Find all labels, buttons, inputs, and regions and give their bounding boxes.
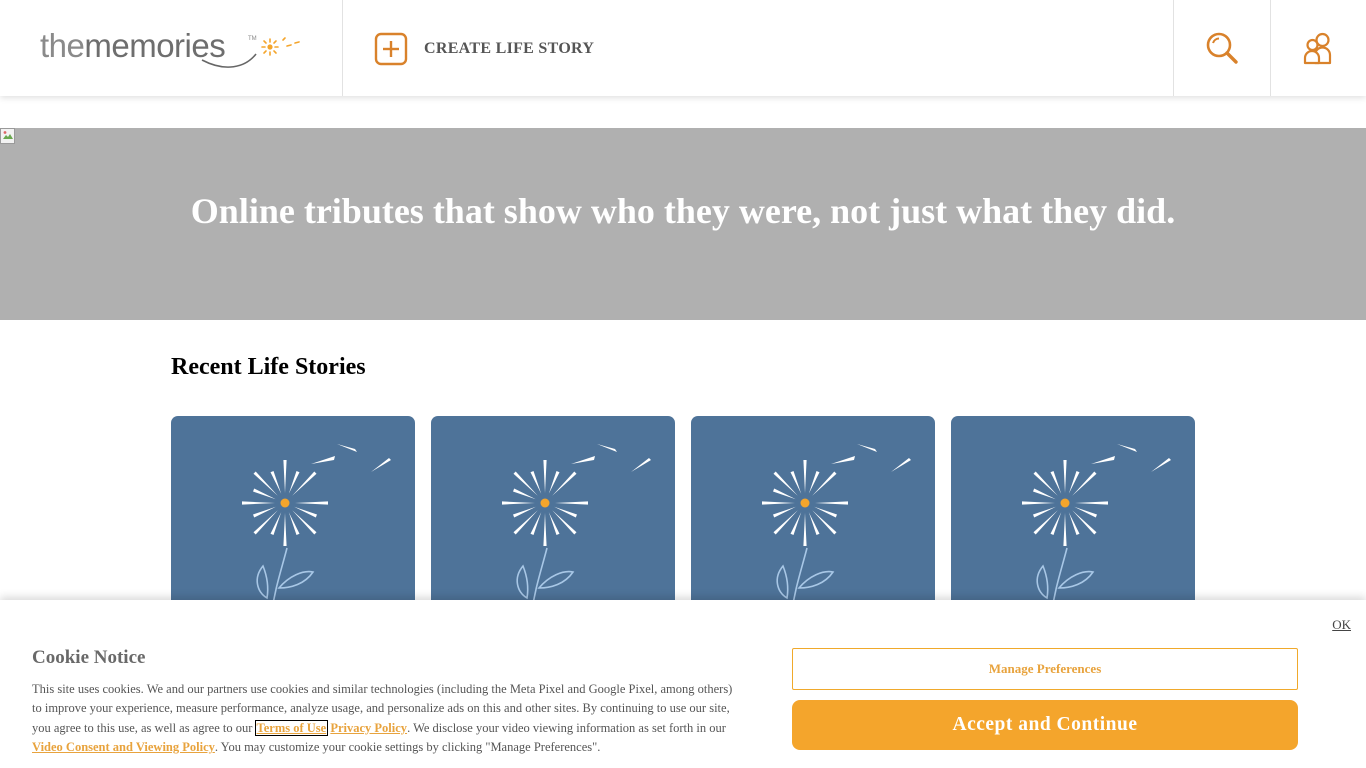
recent-life-stories-heading: Recent Life Stories [171, 354, 366, 380]
life-story-card[interactable] [691, 416, 935, 616]
search-icon [1206, 32, 1238, 64]
dandelion-center [280, 498, 290, 508]
privacy-policy-link[interactable]: Privacy Policy [330, 721, 407, 735]
cookie-notice-title: Cookie Notice [32, 647, 146, 668]
header-divider [342, 0, 343, 96]
hero-title: Online tributes that show who they were,… [190, 191, 1176, 231]
life-story-card[interactable] [951, 416, 1195, 616]
video-consent-policy-link[interactable]: Video Consent and Viewing Policy [32, 740, 215, 754]
account-button[interactable] [1271, 0, 1366, 96]
create-life-story-link[interactable]: CREATE LIFE STORY [374, 32, 594, 66]
dandelion-placeholder-icon [242, 444, 391, 616]
site-header: thememories TM CREATE LIFE STORY [0, 0, 1366, 96]
site-logo[interactable]: thememories TM [40, 26, 310, 72]
floating-seeds [311, 444, 391, 472]
dandelion-placeholder-icon [502, 444, 651, 616]
life-story-card[interactable] [431, 416, 675, 616]
cookie-text-part: . We disclose your video viewing informa… [407, 720, 726, 735]
accept-and-continue-button[interactable]: Accept and Continue [792, 700, 1298, 750]
dandelion-center [540, 498, 550, 508]
life-story-card[interactable] [171, 416, 415, 616]
plus-square-icon [374, 32, 408, 66]
floating-seeds [831, 444, 911, 472]
manage-preferences-button[interactable]: Manage Preferences [792, 648, 1298, 690]
user-group-icon [1303, 32, 1332, 65]
logo-swoosh-icon [201, 37, 300, 68]
dandelion-center [1060, 498, 1070, 508]
search-button[interactable] [1174, 0, 1270, 96]
cookie-banner: OK Cookie Notice This site uses cookies.… [0, 600, 1366, 768]
floating-seeds [1091, 444, 1171, 472]
cookie-ok-link[interactable]: OK [1332, 617, 1351, 633]
floating-seeds [571, 444, 651, 472]
terms-of-use-link[interactable]: Terms of Use [254, 719, 329, 736]
dandelion-placeholder-icon [762, 444, 911, 616]
dandelion-center [800, 498, 810, 508]
broken-image-icon [0, 128, 15, 144]
cookie-text-part: . You may customize your cookie settings… [214, 740, 601, 755]
cookie-notice-text: This site uses cookies. We and our partn… [32, 680, 744, 758]
dandelion-placeholder-icon [1022, 444, 1171, 616]
create-life-story-label: CREATE LIFE STORY [424, 40, 595, 57]
